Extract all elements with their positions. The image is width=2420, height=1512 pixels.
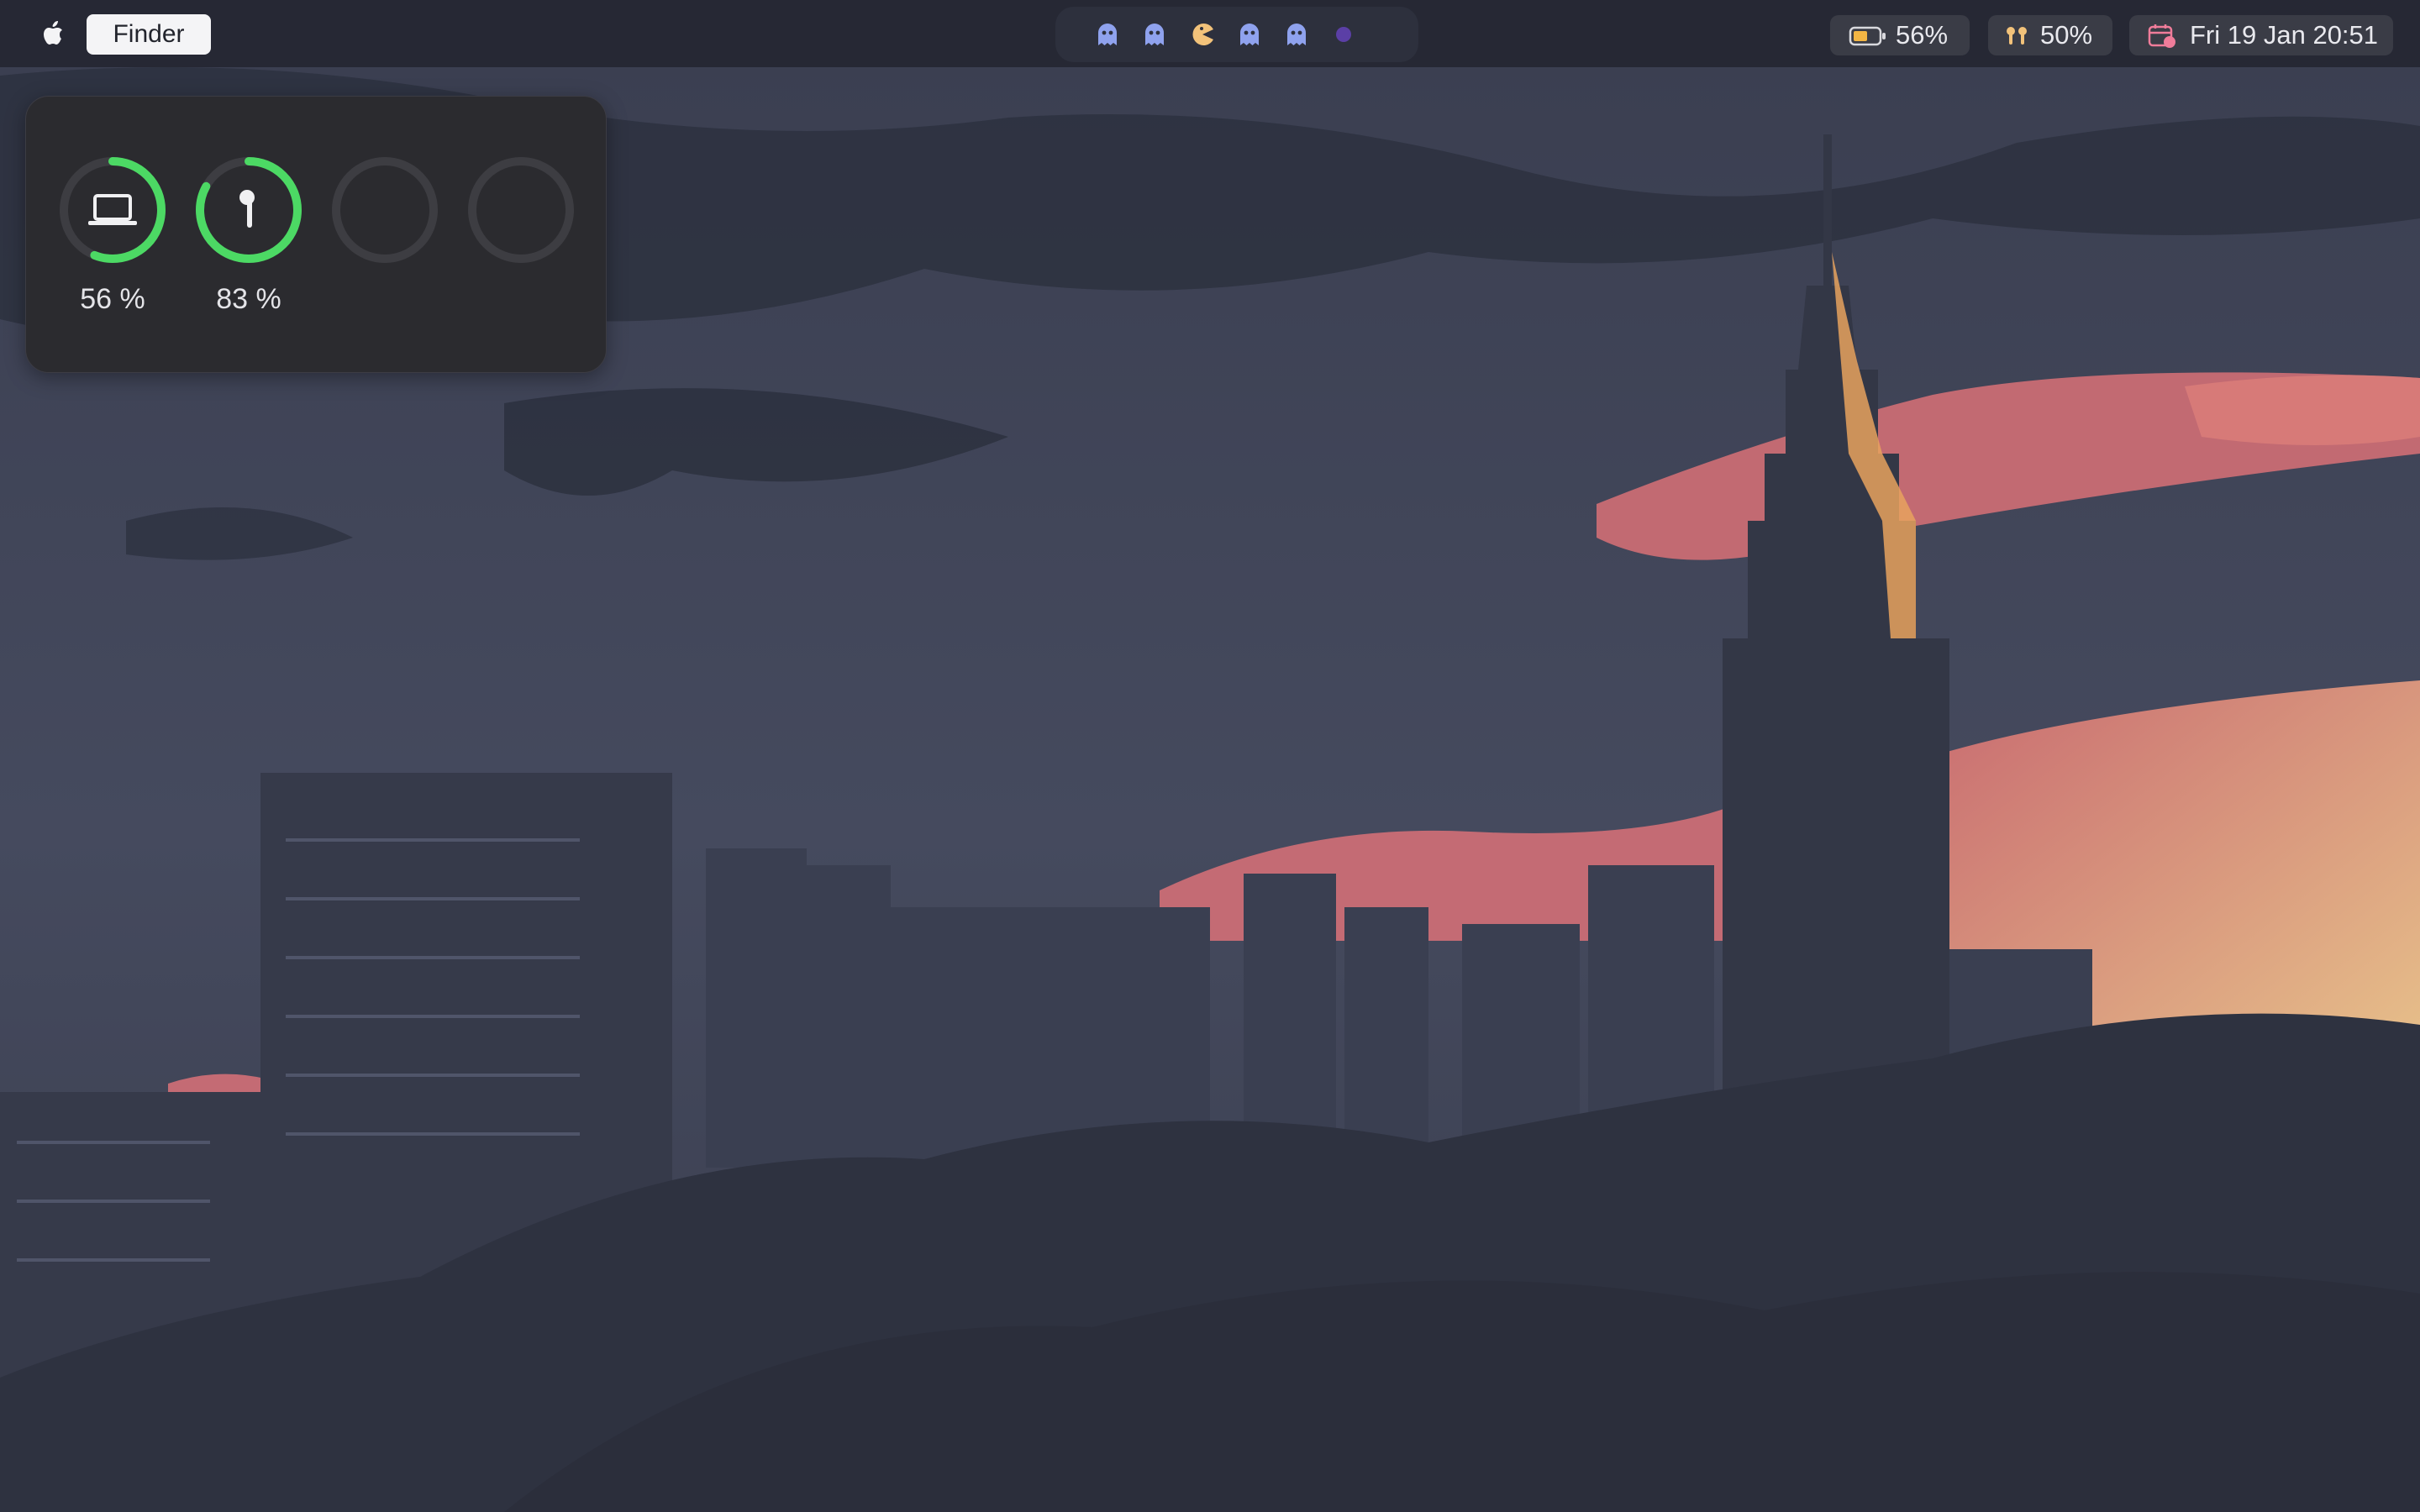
menu-bar: Finder 56% 50% Fri 19 Jan 20:51 (0, 0, 2420, 67)
airpods-status[interactable]: 50% (1988, 15, 2112, 55)
dot-icon[interactable] (1331, 22, 1356, 47)
battery-icon (1849, 26, 1886, 46)
battery-percentage: 56% (1896, 20, 1949, 50)
laptop-icon (88, 194, 137, 225)
battery-ring-empty (332, 157, 438, 263)
ghost-icon[interactable] (1237, 22, 1262, 47)
active-app-menu[interactable]: Finder (87, 14, 211, 55)
calendar-icon (2148, 24, 2175, 48)
battery-ring-airpod (196, 157, 302, 263)
airpods-icon (2007, 27, 2027, 45)
battery-ring-laptop (60, 157, 166, 263)
batteries-widget[interactable]: 56 % 83 % (25, 96, 607, 373)
desktop: Finder 56% 50% Fri 19 Jan 20:51 56 % 83 … (0, 0, 2420, 1512)
apple-logo-icon[interactable] (37, 17, 71, 50)
airpod-battery-percentage: 83 % (216, 283, 281, 315)
airpod-icon (239, 190, 255, 228)
airpods-percentage: 50% (2040, 20, 2093, 50)
battery-status[interactable]: 56% (1830, 15, 1970, 55)
laptop-battery-percentage: 56 % (80, 283, 145, 315)
date-time-text: Fri 19 Jan 20:51 (2190, 20, 2379, 50)
date-time[interactable]: Fri 19 Jan 20:51 (2129, 15, 2393, 55)
ghost-icon[interactable] (1142, 22, 1167, 47)
spaces-indicator (1055, 7, 1418, 62)
battery-ring-empty (468, 157, 574, 263)
pacman-icon[interactable] (1190, 22, 1215, 47)
ghost-icon[interactable] (1284, 22, 1309, 47)
ghost-icon[interactable] (1095, 22, 1120, 47)
